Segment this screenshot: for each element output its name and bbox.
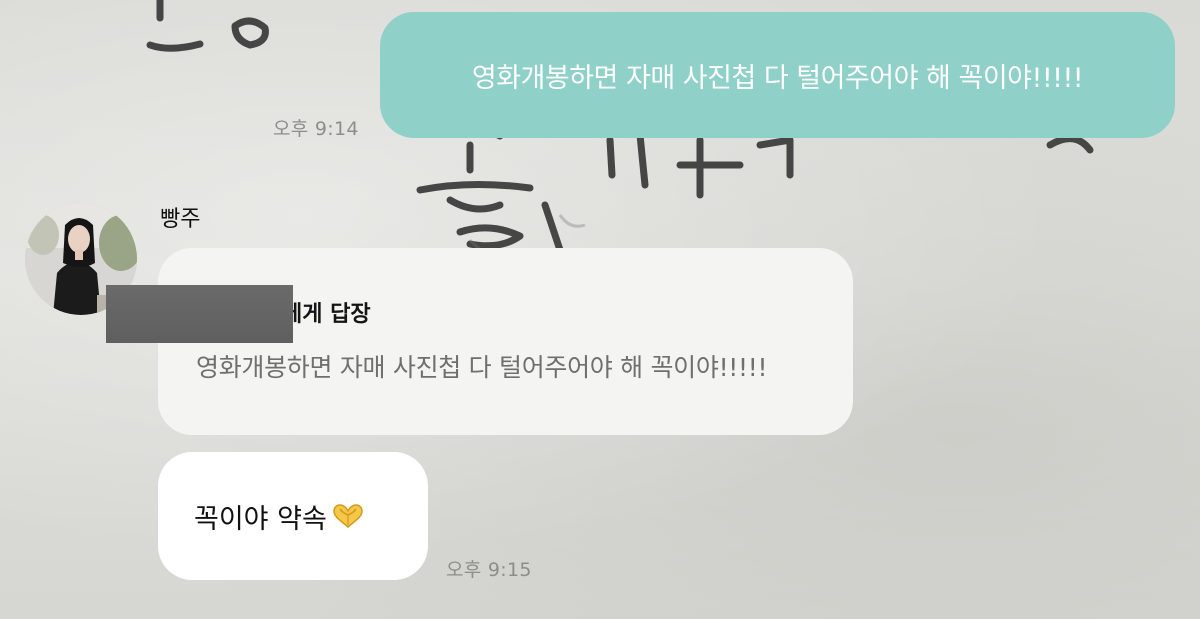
incoming-message-text: 꼭이야 약속: [194, 503, 327, 535]
heart-hands-icon: [333, 504, 363, 528]
sender-name: 빵주: [160, 207, 201, 232]
incoming-message-bubble[interactable]: 꼭이야 약속: [158, 452, 428, 580]
incoming-message-time: 오후 9:15: [446, 559, 532, 581]
outgoing-message-bubble[interactable]: 영화개봉하면 자매 사진첩 다 털어주어야 해 꼭이야!!!!!: [380, 12, 1175, 138]
reply-title: 에게 답장: [282, 302, 371, 327]
outgoing-message-time: 오후 9:14: [273, 118, 359, 140]
outgoing-message-text: 영화개봉하면 자매 사진첩 다 털어주어야 해 꼭이야!!!!!: [471, 62, 1084, 94]
reply-quote-text: 영화개봉하면 자매 사진첩 다 털어주어야 해 꼭이야!!!!!: [196, 353, 768, 382]
redaction-box: [106, 285, 293, 343]
